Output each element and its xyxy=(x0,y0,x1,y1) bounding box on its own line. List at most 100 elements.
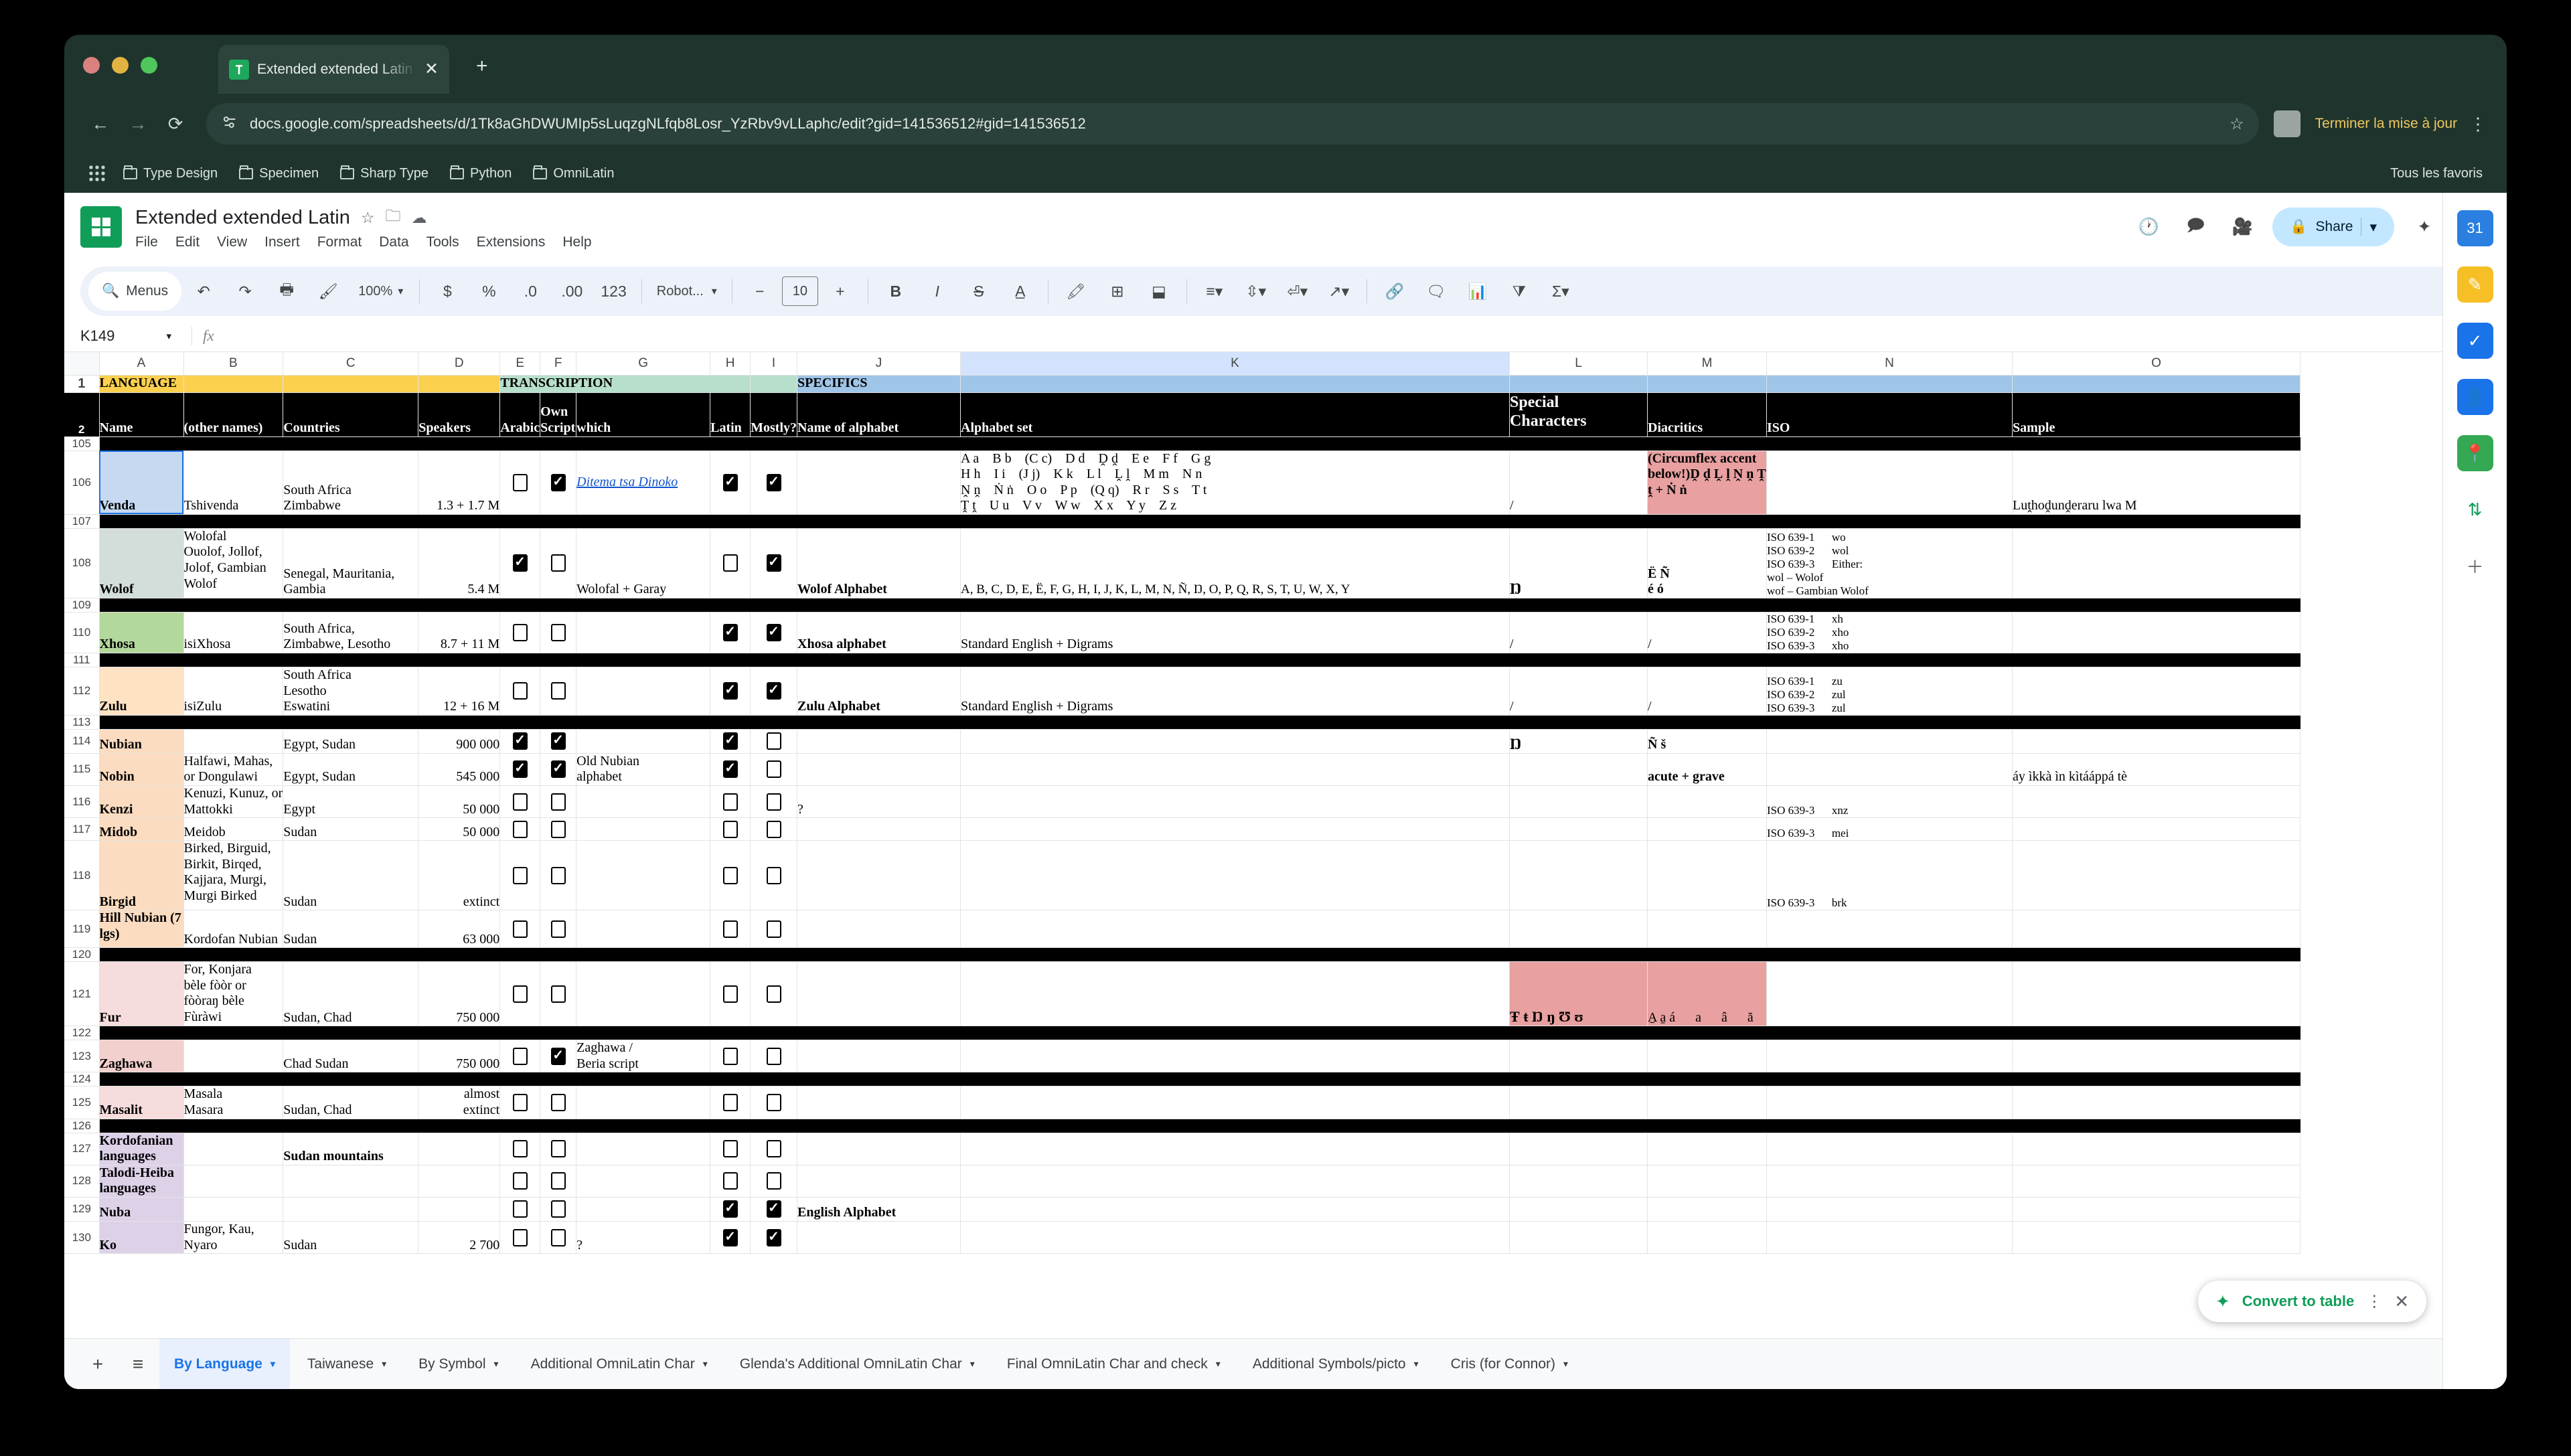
cell-name[interactable]: Zaghawa xyxy=(98,1040,184,1073)
bold-button[interactable]: B xyxy=(876,272,915,311)
font-size-input[interactable]: 10 xyxy=(781,276,818,306)
cell-diacritics[interactable] xyxy=(1647,1164,1768,1198)
cell-speakers[interactable]: 1.3 + 1.7 M xyxy=(418,450,501,515)
cell-own-script-checkbox[interactable] xyxy=(540,1220,577,1255)
cell-latin-checkbox[interactable] xyxy=(710,667,751,716)
cell-other-names[interactable]: Masala Masara xyxy=(183,1086,284,1119)
cell-arabic-checkbox[interactable] xyxy=(499,1132,541,1165)
table-row[interactable]: 129 Nuba English Alphabet xyxy=(64,1196,2301,1222)
cell-alphabet-set[interactable]: A, B, C, D, E, Ë, F, G, H, I, J, K, L, M… xyxy=(960,528,1510,598)
add-icon[interactable]: ＋ xyxy=(2457,548,2493,584)
cell-own-script-checkbox[interactable] xyxy=(540,752,577,786)
cell-other-names[interactable]: isiXhosa xyxy=(183,611,284,654)
table-row[interactable]: 106 Venda Tshivenda South Africa Zimbabw… xyxy=(64,450,2301,515)
row-header-1[interactable]: 1 xyxy=(64,374,100,393)
cell-which[interactable] xyxy=(576,1132,711,1165)
cell-countries[interactable]: Senegal, Mauritania, Gambia xyxy=(283,528,419,598)
cell-iso[interactable] xyxy=(1766,450,2013,515)
column-header-o[interactable]: O xyxy=(2012,352,2301,376)
row-header-113[interactable]: 113 xyxy=(64,714,100,730)
cell-sample[interactable] xyxy=(2012,961,2301,1027)
increase-decimal-button[interactable]: .00 xyxy=(552,272,591,311)
cell-iso[interactable] xyxy=(1766,1196,2013,1222)
redo-button[interactable]: ↷ xyxy=(226,272,264,311)
cell-mostly-checkbox[interactable] xyxy=(750,667,798,716)
cell-mostly-checkbox[interactable] xyxy=(750,728,798,754)
forward-icon[interactable]: → xyxy=(119,105,157,143)
cell-speakers[interactable] xyxy=(418,1196,501,1222)
cell-own-script-checkbox[interactable] xyxy=(540,667,577,716)
text-rotation-icon[interactable]: ↗▾ xyxy=(1320,272,1358,311)
cell-arabic-checkbox[interactable] xyxy=(499,1040,541,1073)
insert-comment-icon[interactable]: 🗨 xyxy=(1417,272,1456,311)
browser-menu-icon[interactable]: ⋮ xyxy=(2469,114,2487,135)
cell-own-script-checkbox[interactable] xyxy=(540,528,577,598)
cell-name[interactable]: Wolof xyxy=(98,528,184,598)
cell-diacritics[interactable] xyxy=(1647,840,1768,911)
cell-alphabet-set[interactable]: Standard English + Digrams xyxy=(960,667,1510,716)
table-row[interactable]: 112 Zulu isiZulu South Africa Lesotho Es… xyxy=(64,667,2301,716)
cell-mostly-checkbox[interactable] xyxy=(750,1196,798,1222)
comment-icon[interactable]: 🗩 xyxy=(2179,210,2212,244)
cell-alphabet-name[interactable]: English Alphabet xyxy=(797,1196,961,1222)
cell-speakers[interactable]: 750 000 xyxy=(418,1040,501,1073)
functions-icon[interactable]: Σ▾ xyxy=(1541,272,1580,311)
cell-own-script-checkbox[interactable] xyxy=(540,785,577,819)
cell-sample[interactable] xyxy=(2012,840,2301,911)
table-row[interactable]: 121 Fur For, Konjara bèle fòòr or fòòraŋ… xyxy=(64,961,2301,1027)
cell-name[interactable]: Venda xyxy=(98,450,184,515)
cell-sample[interactable] xyxy=(2012,528,2301,598)
cell-alphabet-set[interactable]: Standard English + Digrams xyxy=(960,611,1510,654)
cell-alphabet-set[interactable] xyxy=(960,1040,1510,1073)
tasks-icon[interactable]: ✓ xyxy=(2457,323,2493,359)
cell-mostly-checkbox[interactable] xyxy=(750,1220,798,1255)
sheet-tab-cris-for-connor[interactable]: Cris (for Connor) ▾ xyxy=(1436,1339,1583,1390)
cell-diacritics[interactable]: Ñ š xyxy=(1647,728,1768,754)
cell-latin-checkbox[interactable] xyxy=(710,1164,751,1198)
cell-mostly-checkbox[interactable] xyxy=(750,961,798,1027)
cell-mostly-checkbox[interactable] xyxy=(750,1040,798,1073)
table-row[interactable]: 114 Nubian Egypt, Sudan 900 000 Ŋ Ñ š xyxy=(64,728,2301,754)
cell-speakers[interactable]: 750 000 xyxy=(418,961,501,1027)
chevron-down-icon[interactable]: ▾ xyxy=(270,1358,275,1370)
row-header-111[interactable]: 111 xyxy=(64,653,100,668)
cell-mostly-checkbox[interactable] xyxy=(750,752,798,786)
cell-sample[interactable] xyxy=(2012,1040,2301,1073)
cell-special-characters[interactable] xyxy=(1509,1132,1648,1165)
cell-countries[interactable]: South Africa Lesotho Eswatini xyxy=(283,667,419,716)
sheet-tab-glendas-additional-omnilatin-char[interactable]: Glenda's Additional OmniLatin Char ▾ xyxy=(725,1339,990,1390)
chevron-down-icon[interactable]: ▾ xyxy=(1563,1358,1568,1370)
cell-other-names[interactable] xyxy=(183,1132,284,1165)
column-header-e[interactable]: E xyxy=(499,352,541,376)
browser-tab[interactable]: Extended extended Latin - Go ✕ xyxy=(218,45,449,94)
sheet-tab-final-omnilatin-char-and-check[interactable]: Final OmniLatin Char and check ▾ xyxy=(992,1339,1235,1390)
cell-which[interactable] xyxy=(576,1196,711,1222)
cell-mostly-checkbox[interactable] xyxy=(750,450,798,515)
cell-latin-checkbox[interactable] xyxy=(710,910,751,949)
cell-iso[interactable]: ISO 639-1 xh ISO 639-2 xho ISO 639-3 xho xyxy=(1766,611,2013,654)
menu-insert[interactable]: Insert xyxy=(264,234,300,250)
row-header-120[interactable]: 120 xyxy=(64,947,100,963)
bookmark-omnilatin[interactable]: OmniLatin xyxy=(522,165,625,181)
cell-alphabet-set[interactable] xyxy=(960,961,1510,1027)
script-link[interactable]: Ditema tsa Dinoko xyxy=(577,475,678,489)
cell-sample[interactable] xyxy=(2012,817,2301,841)
cell-special-characters[interactable] xyxy=(1509,1196,1648,1222)
cell-latin-checkbox[interactable] xyxy=(710,1220,751,1255)
cell-alphabet-name[interactable] xyxy=(797,817,961,841)
decrease-decimal-button[interactable]: .0 xyxy=(511,272,550,311)
cell-sample[interactable] xyxy=(2012,1164,2301,1198)
cell-speakers[interactable]: 8.7 + 11 M xyxy=(418,611,501,654)
row-header-112[interactable]: 112 xyxy=(64,667,100,716)
apps-grid-icon[interactable] xyxy=(82,158,112,189)
cell-which[interactable] xyxy=(576,785,711,819)
cell-countries[interactable] xyxy=(283,1196,419,1222)
window-traffic-lights[interactable] xyxy=(83,57,157,74)
calendar-icon[interactable]: 31 xyxy=(2457,210,2493,246)
cell-countries[interactable]: Egypt, Sudan xyxy=(283,728,419,754)
cell-which[interactable]: Zaghawa / Beria script xyxy=(576,1040,711,1073)
address-bar[interactable]: docs.google.com/spreadsheets/d/1Tk8aGhDW… xyxy=(206,103,2259,145)
cell-which[interactable]: Ditema tsa Dinoko xyxy=(576,450,711,515)
text-wrap-icon[interactable]: ⏎▾ xyxy=(1278,272,1317,311)
meet-icon[interactable]: 🎥 xyxy=(2226,210,2259,244)
